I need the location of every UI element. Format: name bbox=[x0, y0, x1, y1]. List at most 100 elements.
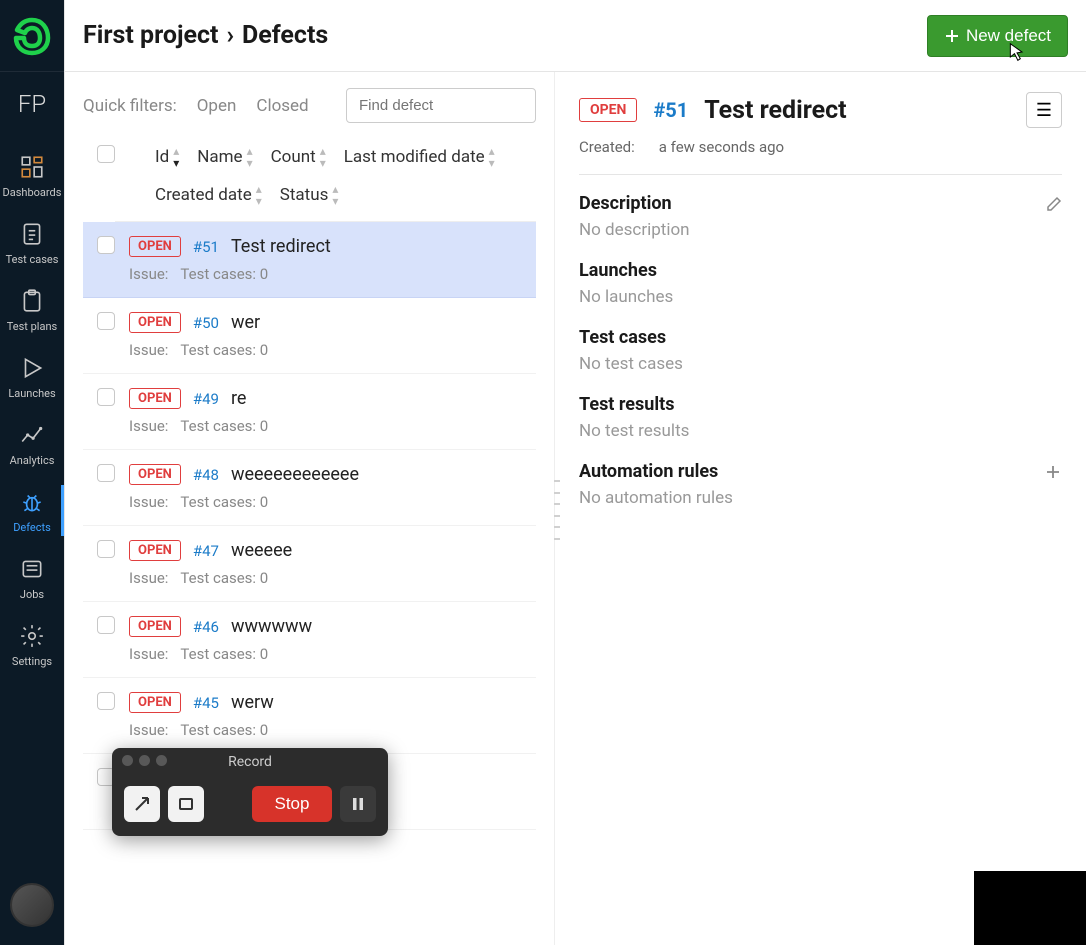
sidebar-item-testplans[interactable]: Test plans bbox=[0, 276, 64, 343]
filter-closed[interactable]: Closed bbox=[256, 96, 308, 116]
defect-row[interactable]: OPEN#47weeeeeIssue:Test cases: 0 bbox=[83, 526, 536, 602]
plus-icon[interactable] bbox=[1044, 463, 1062, 481]
defect-id[interactable]: #46 bbox=[193, 618, 219, 636]
sidebar-item-defects[interactable]: Defects bbox=[0, 477, 64, 544]
testcases-meta: Test cases: 0 bbox=[180, 265, 268, 283]
sidebar-item-label: Defects bbox=[13, 521, 51, 534]
issue-label: Issue: bbox=[129, 417, 168, 435]
search-input[interactable] bbox=[346, 88, 536, 123]
sidebar-item-label: Dashboards bbox=[3, 186, 62, 199]
user-avatar[interactable] bbox=[10, 883, 54, 927]
gear-icon bbox=[19, 623, 45, 649]
defect-row[interactable]: OPEN#45werwIssue:Test cases: 0 bbox=[83, 678, 536, 754]
bug-icon bbox=[19, 489, 45, 515]
issue-label: Issue: bbox=[129, 721, 168, 739]
sidebar-item-dashboards[interactable]: Dashboards bbox=[0, 142, 64, 209]
testcases-heading: Test cases bbox=[579, 327, 1062, 348]
chevron-right-icon: › bbox=[226, 21, 234, 50]
arrow-icon bbox=[133, 795, 151, 813]
col-created[interactable]: Created date▴▾ bbox=[155, 183, 262, 207]
sidebar-item-settings[interactable]: Settings bbox=[0, 611, 64, 678]
new-defect-button[interactable]: New defect bbox=[927, 15, 1068, 57]
testcases-meta: Test cases: 0 bbox=[180, 417, 268, 435]
sidebar-item-launches[interactable]: Launches bbox=[0, 343, 64, 410]
defect-row[interactable]: OPEN #50 wer Issue: Test cases: 0 bbox=[83, 298, 536, 374]
defect-title: wer bbox=[231, 312, 260, 333]
sidebar-item-jobs[interactable]: Jobs bbox=[0, 544, 64, 611]
filters-label: Quick filters: bbox=[83, 96, 177, 116]
resize-handle[interactable] bbox=[554, 480, 560, 540]
defect-title: wwwwww bbox=[231, 616, 312, 637]
traffic-lights[interactable] bbox=[122, 755, 167, 766]
row-checkbox[interactable] bbox=[97, 692, 115, 710]
detail-status-badge: OPEN bbox=[579, 98, 637, 122]
defect-id[interactable]: #45 bbox=[193, 694, 219, 712]
window-icon bbox=[177, 795, 195, 813]
corner-overlay bbox=[974, 871, 1086, 945]
defect-row[interactable]: OPEN #49 re Issue: Test cases: 0 bbox=[83, 374, 536, 450]
defect-title: weeeeeeeeeeee bbox=[231, 464, 359, 485]
status-badge: OPEN bbox=[129, 692, 181, 713]
recorder-window-button[interactable] bbox=[168, 786, 204, 822]
defect-row[interactable]: OPEN#48weeeeeeeeeeeeIssue:Test cases: 0 bbox=[83, 450, 536, 526]
row-checkbox[interactable] bbox=[97, 236, 115, 254]
plus-icon bbox=[944, 28, 960, 44]
sidebar-item-testcases[interactable]: Test cases bbox=[0, 209, 64, 276]
status-badge: OPEN bbox=[129, 388, 181, 409]
col-name[interactable]: Name▴▾ bbox=[197, 145, 252, 169]
status-badge: OPEN bbox=[129, 464, 181, 485]
logo-icon bbox=[12, 16, 52, 56]
testresults-heading: Test results bbox=[579, 394, 1062, 415]
testresults-value: No test results bbox=[579, 421, 1062, 441]
app-logo[interactable] bbox=[0, 0, 64, 72]
automation-heading: Automation rules bbox=[579, 461, 1044, 482]
filter-open[interactable]: Open bbox=[197, 96, 237, 116]
sidebar-item-label: Test plans bbox=[7, 320, 57, 333]
created-label: Created: bbox=[579, 138, 635, 156]
row-checkbox[interactable] bbox=[97, 388, 115, 406]
col-id[interactable]: Id▴▾ bbox=[155, 145, 179, 169]
testcases-icon bbox=[19, 221, 45, 247]
recorder-stop-button[interactable]: Stop bbox=[252, 786, 332, 822]
breadcrumb: First project › Defects bbox=[83, 21, 927, 50]
defect-title: werw bbox=[231, 692, 274, 713]
issue-label: Issue: bbox=[129, 645, 168, 663]
col-modified[interactable]: Last modified date▴▾ bbox=[344, 145, 495, 169]
row-checkbox[interactable] bbox=[97, 312, 115, 330]
breadcrumb-section: Defects bbox=[242, 21, 328, 50]
defect-row[interactable]: OPEN#46wwwwwwIssue:Test cases: 0 bbox=[83, 602, 536, 678]
launches-value: No launches bbox=[579, 287, 1062, 307]
col-status[interactable]: Status▴▾ bbox=[280, 183, 339, 207]
defect-id[interactable]: #50 bbox=[193, 314, 219, 332]
defect-id[interactable]: #49 bbox=[193, 390, 219, 408]
sidebar-item-label: Jobs bbox=[20, 588, 44, 601]
recorder-pointer-button[interactable] bbox=[124, 786, 160, 822]
screen-recorder[interactable]: Record Stop bbox=[112, 748, 388, 836]
recorder-pause-button[interactable] bbox=[340, 786, 376, 822]
row-checkbox[interactable] bbox=[97, 464, 115, 482]
defect-id[interactable]: #48 bbox=[193, 466, 219, 484]
sidebar-item-analytics[interactable]: Analytics bbox=[0, 410, 64, 477]
status-badge: OPEN bbox=[129, 236, 181, 257]
defect-row[interactable]: OPEN#51Test redirectIssue:Test cases: 0 bbox=[83, 222, 536, 298]
detail-id[interactable]: #51 bbox=[653, 98, 688, 122]
select-all-checkbox[interactable] bbox=[97, 145, 115, 163]
hamburger-icon: ☰ bbox=[1036, 100, 1052, 121]
defect-id[interactable]: #47 bbox=[193, 542, 219, 560]
row-checkbox[interactable] bbox=[97, 616, 115, 634]
testplans-icon bbox=[19, 288, 45, 314]
detail-menu-button[interactable]: ☰ bbox=[1026, 92, 1062, 128]
breadcrumb-project[interactable]: First project bbox=[83, 21, 218, 50]
defect-title: Test redirect bbox=[231, 236, 331, 257]
edit-icon[interactable] bbox=[1046, 196, 1062, 212]
project-code[interactable]: FP bbox=[18, 90, 46, 118]
testcases-meta: Test cases: 0 bbox=[180, 341, 268, 359]
launches-icon bbox=[19, 355, 45, 381]
testcases-meta: Test cases: 0 bbox=[180, 569, 268, 587]
row-checkbox[interactable] bbox=[97, 540, 115, 558]
defect-id[interactable]: #51 bbox=[193, 238, 219, 256]
status-badge: OPEN bbox=[129, 312, 181, 333]
issue-label: Issue: bbox=[129, 341, 168, 359]
defect-title: re bbox=[231, 388, 246, 409]
col-count[interactable]: Count▴▾ bbox=[271, 145, 326, 169]
